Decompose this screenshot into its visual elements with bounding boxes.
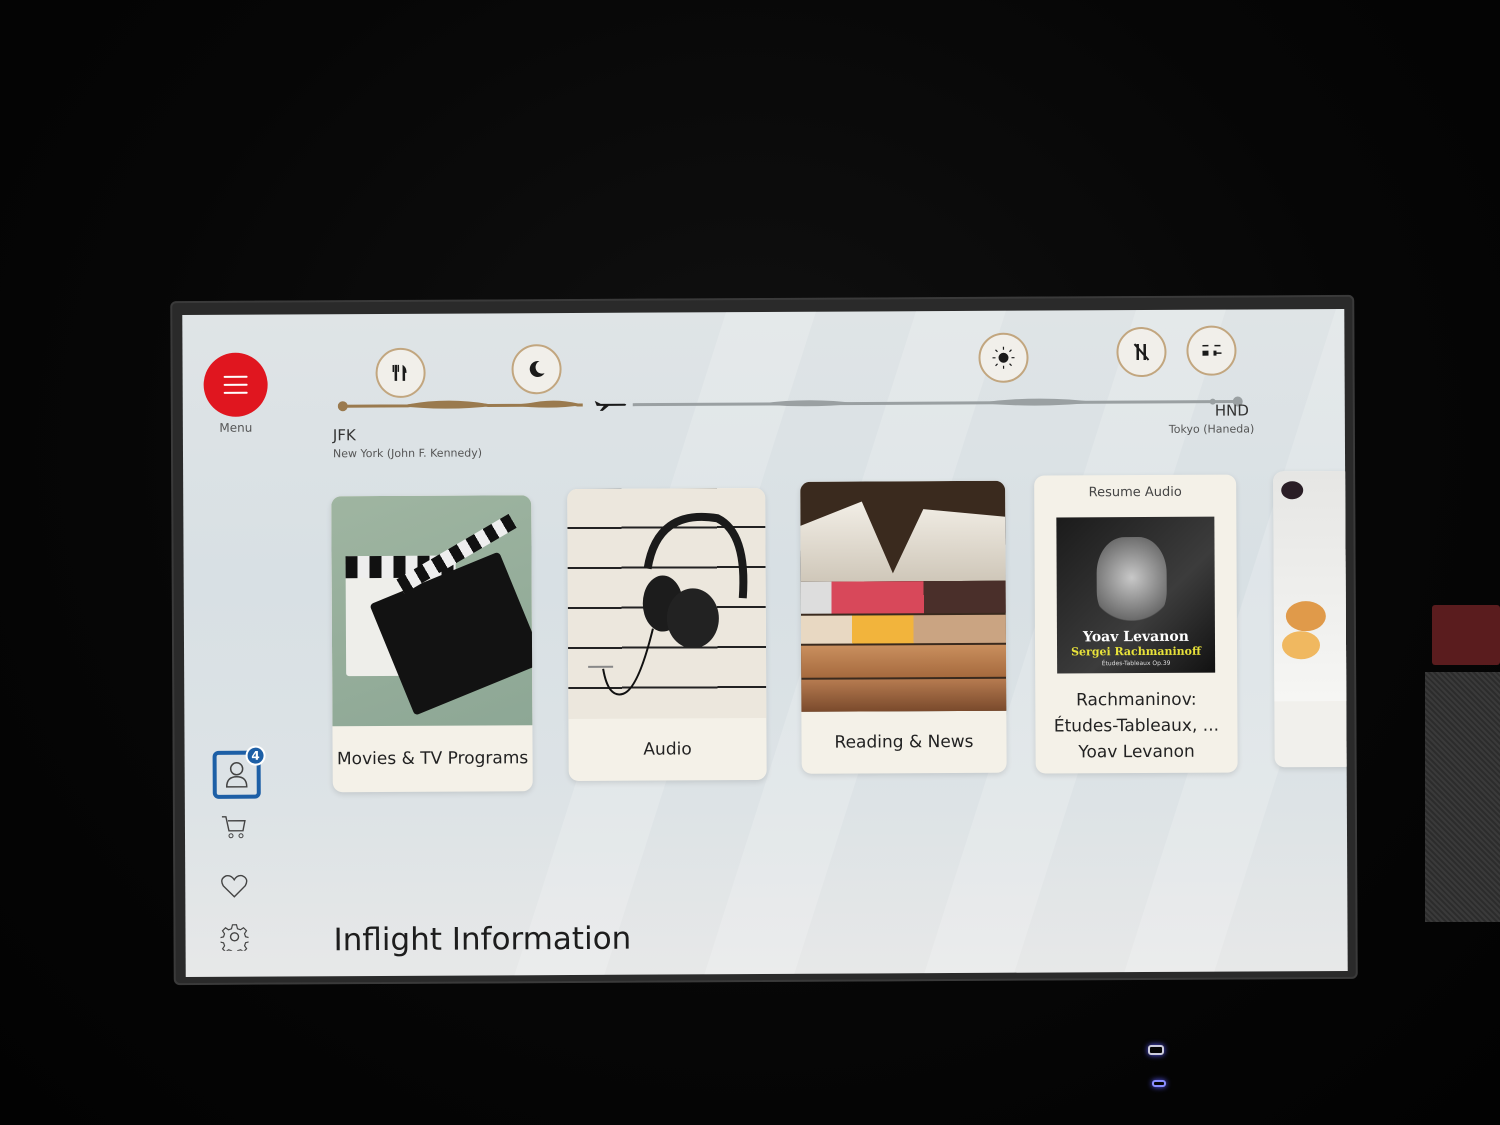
reading-news-label: Reading & News [834,731,974,753]
heart-icon [221,874,248,898]
night-icon[interactable] [511,344,562,395]
cart-icon [221,816,246,839]
audio-label: Audio [643,739,692,760]
resume-audio-header: Resume Audio [1088,484,1182,501]
origin-name: New York (John F. Kennedy) [332,446,483,461]
cabin-wall [1425,672,1500,922]
settings-button[interactable] [219,922,249,952]
album-artist-text: Yoav Levanon [1082,628,1189,646]
landing-icon[interactable] [1186,325,1237,376]
sunrise-icon[interactable] [978,332,1029,383]
usb-port-indicator [1148,1045,1164,1055]
clapperboard-image [331,495,533,727]
track-title-line2: Études-Tableaux, ... [1053,715,1220,737]
no-meal-icon[interactable] [1116,326,1167,378]
audio-card[interactable]: Audio [567,487,767,782]
track-artist: Yoav Levanon [1078,741,1195,763]
dining-card-partial[interactable] [1273,470,1348,768]
gear-icon [220,924,249,951]
profile-button[interactable]: 4 [212,745,266,799]
cabin-sign [1432,605,1500,665]
inflight-information-heading: Inflight Information [333,920,632,959]
cart-button[interactable] [219,813,249,841]
favorites-button[interactable] [219,872,249,900]
album-art: Yoav Levanon Sergei Rachmaninoff Études-… [1056,516,1216,674]
menu-label: Menu [219,420,253,435]
origin-code: JFK [332,426,356,445]
movies-tv-card[interactable]: Movies & TV Programs [331,495,533,793]
movies-tv-label: Movies & TV Programs [336,748,529,770]
books-image [800,480,1007,712]
reading-news-card[interactable]: Reading & News [800,480,1007,774]
album-composer-text: Sergei Rachmaninoff [1071,644,1202,659]
destination-code: HND [1214,401,1249,420]
track-title-line1: Rachmaninov: [1076,689,1197,711]
power-indicator [1152,1080,1166,1087]
album-work-text: Études-Tableaux Op.39 [1101,659,1171,668]
headphones-image [567,487,767,720]
resume-audio-card[interactable]: Resume Audio Yoav Levanon Sergei Rachman… [1034,474,1238,774]
meal-icon[interactable] [375,347,426,399]
user-icon [225,762,248,788]
destination-name: Tokyo (Haneda) [1168,422,1255,436]
remaining-path [632,400,1238,407]
ife-screen: Menu JFK New York (John F. Kennedy) HND … [182,308,1348,978]
airplane-icon [594,400,627,411]
dining-image [1273,470,1348,702]
hamburger-icon [223,375,248,378]
menu-button[interactable] [203,352,268,417]
notification-badge: 4 [245,745,266,766]
